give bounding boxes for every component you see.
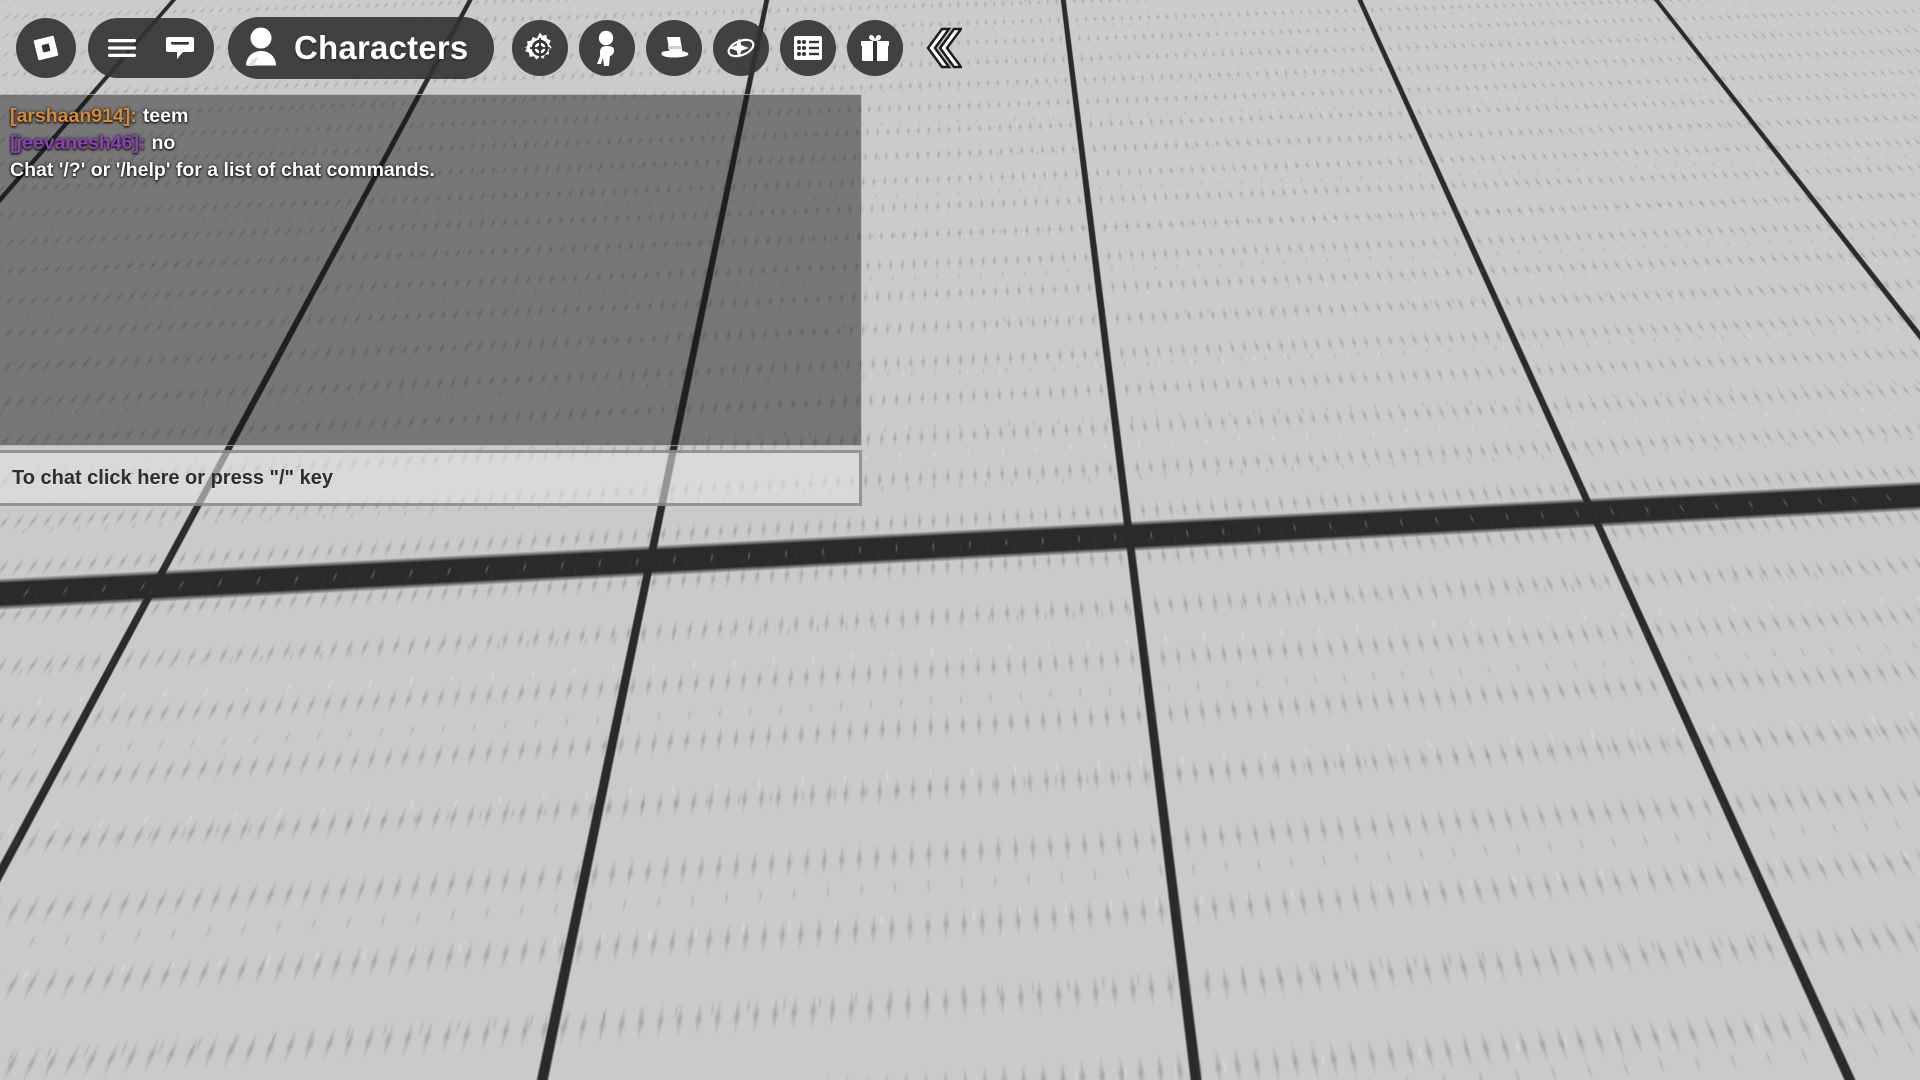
chat-username: [arshaan914]: bbox=[10, 105, 137, 127]
chat-text: no bbox=[151, 132, 176, 154]
top-hat-icon bbox=[657, 33, 691, 63]
double-chevron-left-icon bbox=[922, 26, 963, 70]
chat-message-panel[interactable]: [arshaan914]: teem [jeevanesh46]: no Chat … bbox=[0, 94, 862, 446]
menu-button[interactable] bbox=[96, 22, 148, 74]
wall-edge-strip bbox=[0, 0, 1920, 11]
roblox-logo-icon bbox=[31, 33, 61, 63]
game-client-screen: Characters [arshaan914]: teem [jeevanesh… bbox=[0, 0, 1920, 1080]
chat-system-message: Chat '/?' or '/help' for a list of chat … bbox=[10, 157, 851, 184]
chat-message: [arshaan914]: teem bbox=[10, 103, 851, 130]
chat-input-placeholder: To chat click here or press "/" key bbox=[12, 466, 333, 489]
sparkle-orbit-icon bbox=[724, 33, 758, 63]
chat-username: [jeevanesh46]: bbox=[10, 132, 146, 154]
chat-text: Chat '/?' or '/help' for a list of chat … bbox=[10, 159, 435, 181]
characters-button-label: Characters bbox=[294, 29, 469, 66]
chat-input[interactable]: To chat click here or press "/" key bbox=[0, 450, 862, 506]
avatar-legs bbox=[1430, 815, 1468, 835]
collapse-topbar-button[interactable] bbox=[916, 18, 968, 78]
avatar-body-icon bbox=[592, 30, 622, 66]
hamburger-menu-icon bbox=[107, 36, 137, 60]
chat-toggle-button[interactable] bbox=[154, 22, 206, 74]
characters-button[interactable]: Characters bbox=[228, 17, 495, 79]
chat-bubble-icon bbox=[165, 34, 195, 62]
chat-message: [jeevanesh46]: no bbox=[10, 130, 851, 157]
gift-box-icon bbox=[860, 33, 890, 63]
player-avatar[interactable] bbox=[1392, 751, 1505, 837]
leaderboard-list-icon bbox=[793, 34, 823, 62]
menu-chat-button-group bbox=[88, 18, 214, 78]
gear-settings-icon bbox=[523, 31, 557, 65]
chat-text: teem bbox=[142, 105, 189, 127]
person-icon bbox=[242, 25, 282, 71]
roblox-home-button[interactable] bbox=[16, 18, 76, 78]
